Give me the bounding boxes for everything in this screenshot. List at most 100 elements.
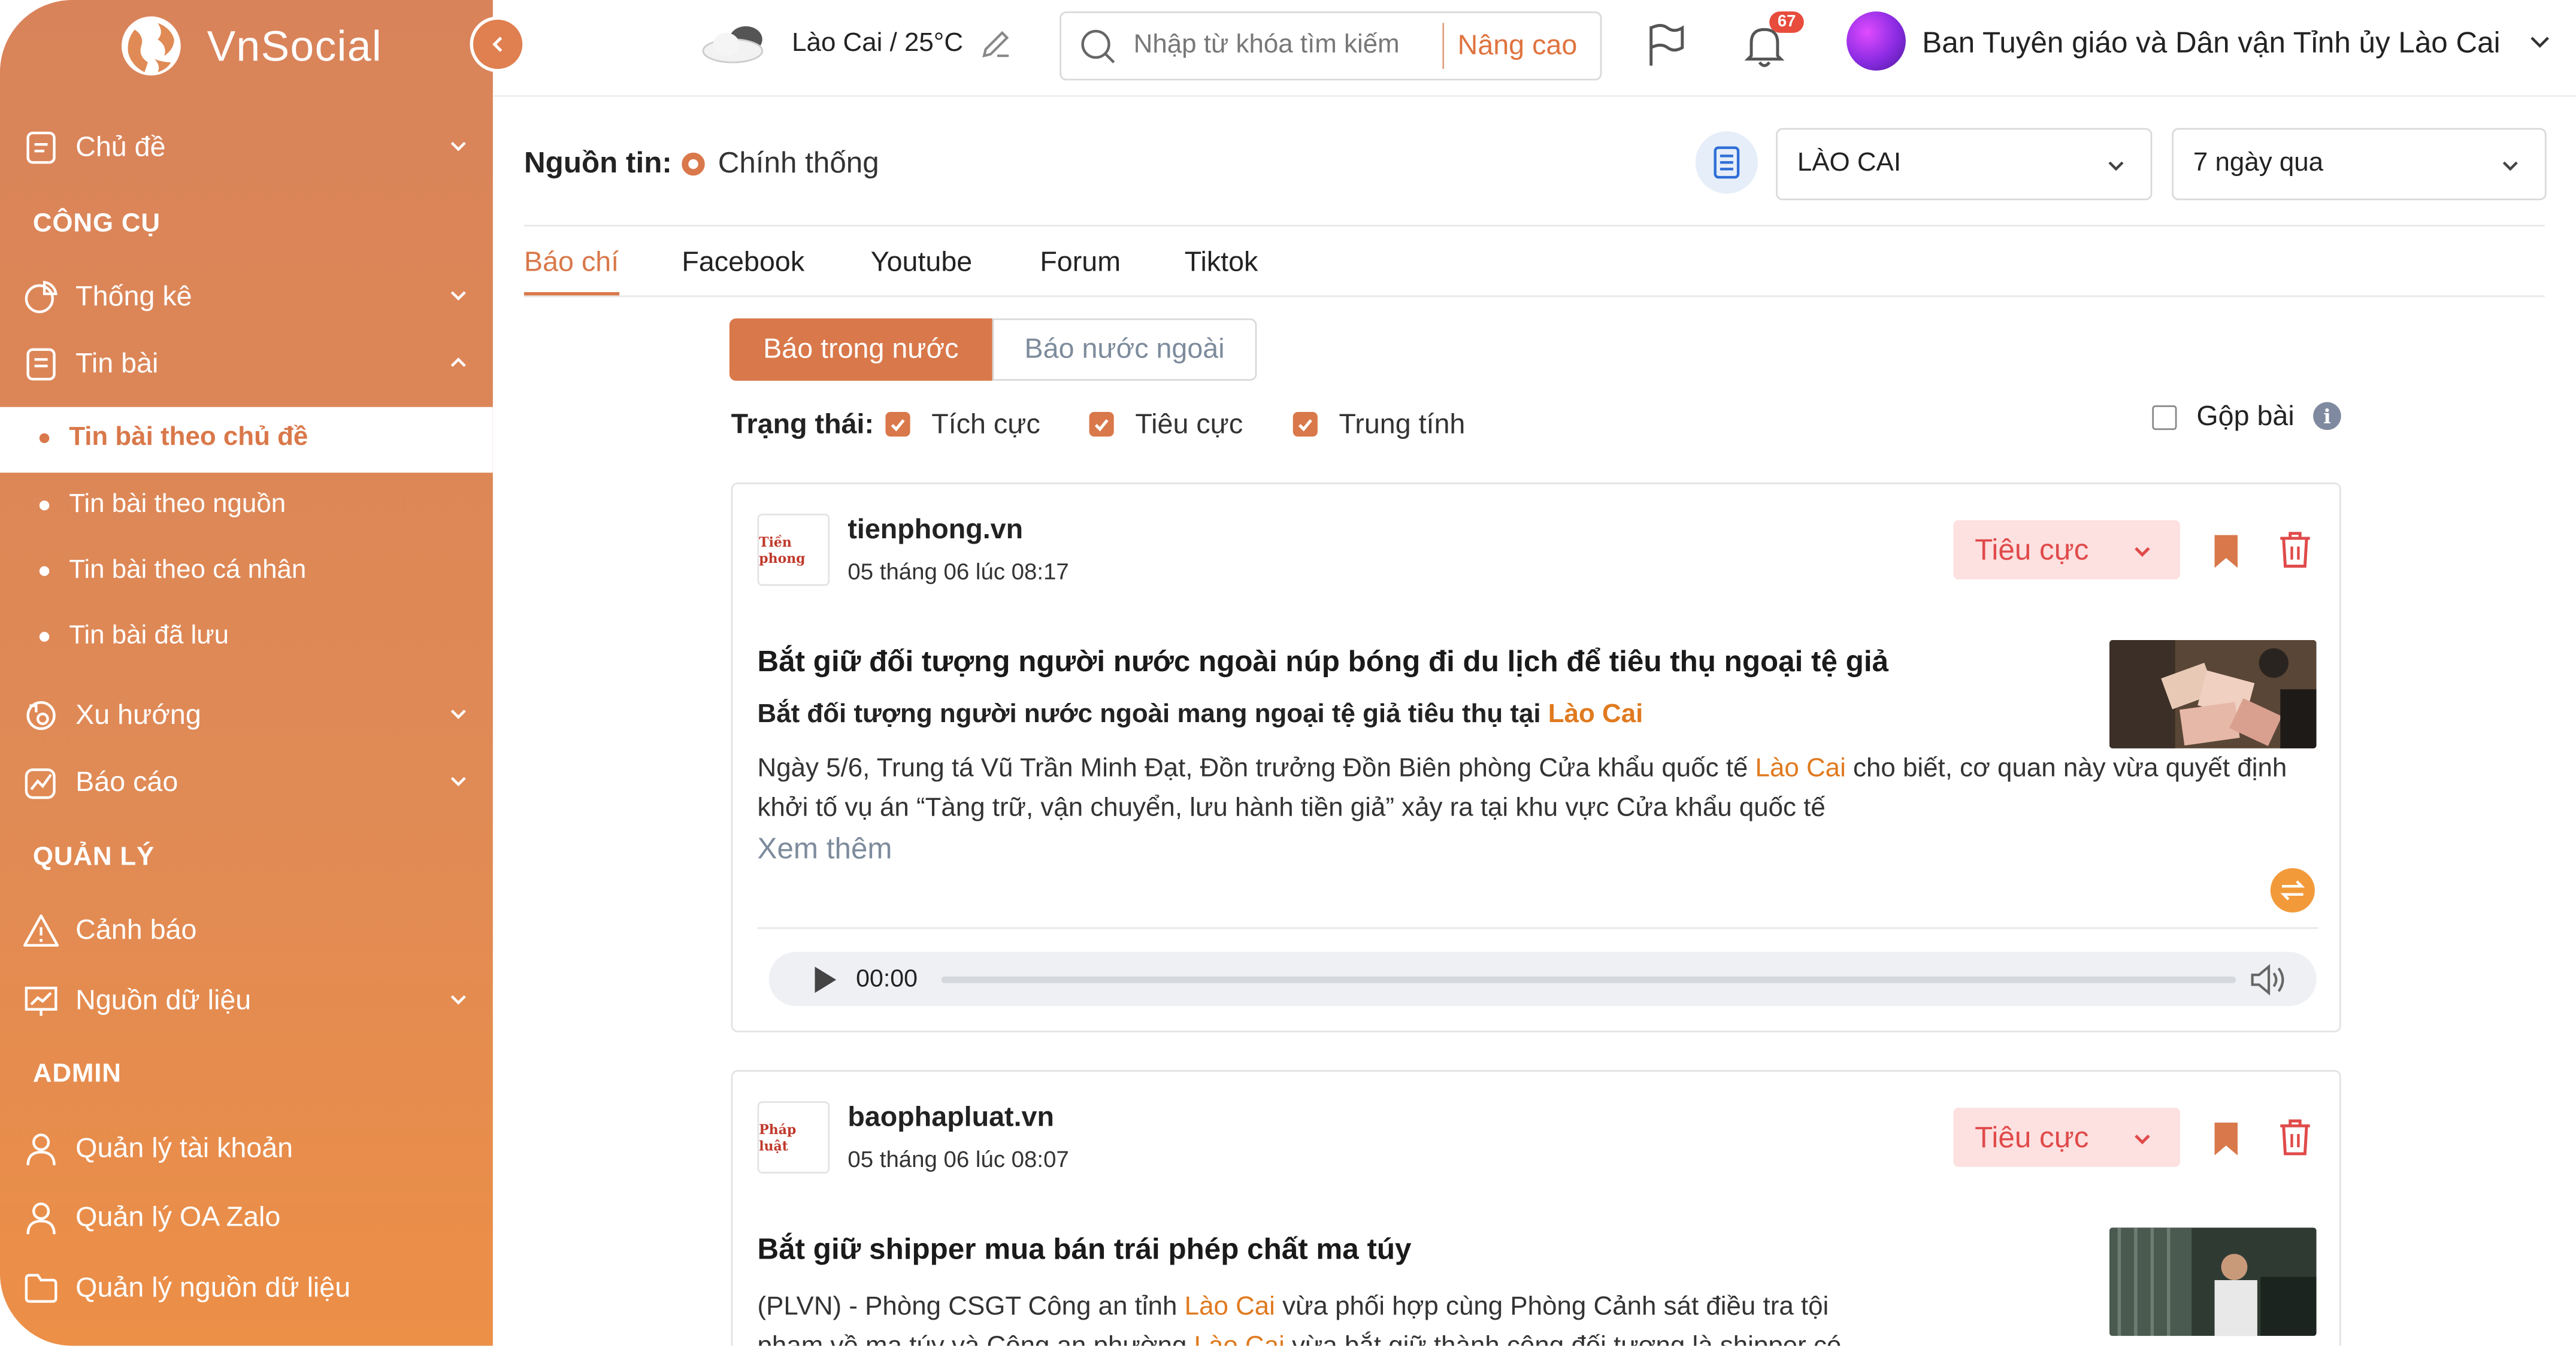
chevron-down-icon: [2135, 1135, 2150, 1145]
sidebar-item-news[interactable]: Tin bài: [0, 332, 493, 398]
merge-checkbox[interactable]: [2152, 405, 2177, 431]
article-time: 05 tháng 06 lúc 08:17: [847, 557, 1069, 584]
sidebar-item-label: Quản lý tài khoản: [75, 1132, 293, 1164]
source-label: Nguồn tin:: [524, 145, 672, 179]
flag-icon[interactable]: [1645, 23, 1687, 69]
chevron-down-icon[interactable]: [2527, 29, 2553, 56]
avatar[interactable]: [1847, 11, 1906, 71]
chevron-left-icon: [492, 37, 503, 52]
foreign-press-toggle[interactable]: Báo nước ngoài: [992, 318, 1257, 381]
status-label: Trạng thái:: [731, 408, 874, 440]
source-value[interactable]: Chính thống: [718, 146, 879, 181]
highlighted-keyword: Lào Cai: [1194, 1333, 1285, 1346]
bookmark-icon[interactable]: [2211, 1121, 2241, 1157]
sentiment-dropdown[interactable]: Tiêu cực: [1953, 520, 2180, 580]
tab-facebook[interactable]: Facebook: [682, 246, 804, 279]
app-logo[interactable]: VnSocial: [118, 13, 382, 79]
trash-icon[interactable]: [2277, 530, 2313, 569]
merge-label[interactable]: Gộp bài: [2196, 401, 2294, 433]
collapse-sidebar-button[interactable]: [470, 16, 526, 72]
section-manage: QUẢN LÝ: [32, 843, 155, 872]
check-icon: [1298, 419, 1312, 432]
chevron-down-icon: [450, 777, 466, 787]
submenu-label: Tin bài theo nguồn: [69, 490, 286, 519]
read-more-link[interactable]: Xem thêm: [758, 832, 892, 867]
article-subtitle: Bắt đối tượng người nước ngoài mang ngoạ…: [758, 701, 2072, 730]
info-icon[interactable]: i: [2313, 402, 2341, 431]
chevron-down-icon: [2108, 161, 2124, 171]
chevron-down-icon: [450, 141, 466, 151]
chevron-down-icon: [450, 995, 466, 1005]
submenu-item-by-person[interactable]: Tin bài theo cá nhân: [39, 556, 307, 586]
sidebar-item-data-sources[interactable]: Nguồn dữ liệu: [0, 968, 493, 1034]
negative-checkbox[interactable]: [1089, 411, 1114, 437]
period-value: 7 ngày qua: [2193, 149, 2324, 178]
bookmark-icon[interactable]: [2211, 533, 2241, 569]
section-admin: ADMIN: [32, 1060, 122, 1089]
sentiment-dropdown[interactable]: Tiêu cực: [1953, 1108, 2180, 1167]
positive-checkbox[interactable]: [885, 411, 910, 437]
domestic-press-toggle[interactable]: Báo trong nước: [729, 318, 992, 381]
sidebar-item-trends[interactable]: Xu hướng: [0, 683, 493, 748]
user-icon: [26, 1133, 56, 1166]
audio-progress-track[interactable]: [940, 975, 2235, 983]
report-chart-icon: [25, 768, 56, 799]
article-title[interactable]: Bắt giữ đối tượng người nước ngoài núp b…: [758, 645, 2072, 680]
sidebar-item-label: Chủ đề: [75, 131, 166, 163]
folder-icon: [25, 1274, 57, 1303]
neutral-checkbox[interactable]: [1292, 411, 1318, 437]
play-icon[interactable]: [815, 966, 837, 992]
sidebar-item-reports[interactable]: Báo cáo: [0, 750, 493, 816]
pencil-edit-icon[interactable]: [979, 28, 1012, 61]
neutral-label[interactable]: Trung tính: [1339, 409, 1466, 442]
article-thumbnail[interactable]: [2109, 1227, 2317, 1336]
sidebar-item-label: Xu hướng: [75, 699, 201, 730]
region-select[interactable]: LÀO CAI: [1776, 128, 2153, 201]
swap-arrows-icon: [2280, 880, 2305, 901]
sidebar-item-manage-sources[interactable]: Quản lý nguồn dữ liệu: [0, 1256, 493, 1321]
check-icon: [1094, 419, 1109, 432]
sidebar-item-oa-zalo[interactable]: Quản lý OA Zalo: [0, 1185, 493, 1251]
excerpt-text: Ngày 5/6, Trung tá Vũ Trần Minh Đạt, Đồn…: [757, 754, 1755, 783]
presentation-icon: [25, 986, 57, 1016]
trash-icon[interactable]: [2277, 1118, 2313, 1157]
highlighted-keyword: Lào Cai: [1184, 1293, 1275, 1321]
card-divider: [757, 927, 2318, 929]
article-source[interactable]: baophapluat.vn: [847, 1101, 1054, 1134]
article-card: Pháp luật baophapluat.vn 05 tháng 06 lúc…: [731, 1070, 2341, 1346]
region-value: LÀO CAI: [1797, 149, 1902, 178]
article-excerpt: Ngày 5/6, Trung tá Vũ Trần Minh Đạt, Đồn…: [758, 750, 2318, 829]
search-input[interactable]: Nhập từ khóa tìm kiếm: [1134, 31, 1443, 60]
source-radio[interactable]: [682, 152, 705, 176]
negative-label[interactable]: Tiêu cực: [1135, 409, 1243, 442]
tab-tiktok[interactable]: Tiktok: [1185, 246, 1258, 279]
chevron-down-icon: [2135, 547, 2150, 557]
sidebar-item-topics[interactable]: Chủ đề: [0, 115, 493, 181]
sentiment-value: Tiêu cực: [1975, 532, 2089, 566]
article-source[interactable]: tienphong.vn: [847, 514, 1023, 547]
article-title[interactable]: Bắt giữ shipper mua bán trái phép chất m…: [758, 1232, 2072, 1267]
tabs-top-divider: [524, 225, 2545, 227]
sidebar-item-alerts[interactable]: Cảnh báo: [0, 898, 493, 963]
chevron-down-icon: [2502, 161, 2518, 171]
document-view-button[interactable]: [1695, 131, 1758, 194]
sidebar-item-label: Quản lý OA Zalo: [75, 1201, 281, 1233]
volume-icon[interactable]: [2248, 961, 2288, 997]
submenu-item-saved[interactable]: Tin bài đã lưu: [39, 622, 229, 651]
article-thumbnail[interactable]: [2109, 639, 2317, 748]
cloud-icon: [702, 26, 764, 63]
submenu-label: Tin bài theo cá nhân: [69, 556, 307, 584]
period-select[interactable]: 7 ngày qua: [2172, 128, 2547, 201]
tab-youtube[interactable]: Youtube: [871, 246, 972, 279]
tab-forum[interactable]: Forum: [1040, 246, 1121, 279]
submenu-item-by-topic[interactable]: Tin bài theo chủ đề: [39, 423, 308, 453]
organization-name[interactable]: Ban Tuyên giáo và Dân vận Tỉnh ủy Lào Ca…: [1922, 26, 2500, 61]
app-name: VnSocial: [207, 20, 383, 70]
sidebar-item-statistics[interactable]: Thống kê: [0, 264, 493, 330]
swap-arrows-button[interactable]: [2270, 868, 2315, 913]
sidebar-item-accounts[interactable]: Quản lý tài khoản: [0, 1116, 493, 1182]
submenu-item-by-source[interactable]: Tin bài theo nguồn: [39, 490, 286, 520]
advanced-search-button[interactable]: Nâng cao: [1442, 23, 1600, 69]
positive-label[interactable]: Tích cực: [931, 409, 1040, 442]
tab-press[interactable]: Báo chí: [524, 246, 619, 279]
